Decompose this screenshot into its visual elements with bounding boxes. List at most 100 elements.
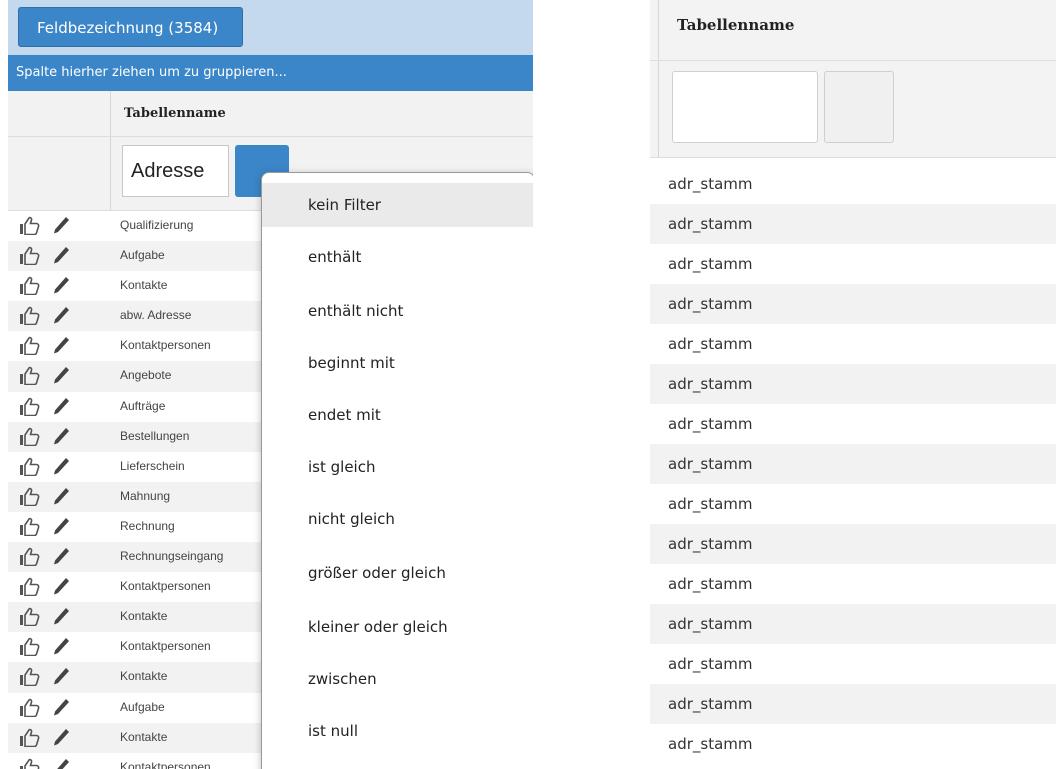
- pencil-icon[interactable]: [51, 457, 71, 480]
- table-row[interactable]: adr_stamm: [650, 684, 1056, 724]
- table-row[interactable]: adr_stamm: [650, 164, 1056, 204]
- column-separator: [658, 0, 659, 60]
- thumbs-up-icon[interactable]: [18, 487, 40, 510]
- filter-menu-item[interactable]: beginnt mit: [262, 341, 533, 385]
- pencil-icon[interactable]: [51, 667, 71, 690]
- thumbs-up-icon[interactable]: [18, 216, 40, 239]
- filter-input[interactable]: [672, 71, 818, 143]
- thumbs-up-icon[interactable]: [18, 637, 40, 660]
- column-header-row: Tabellenname: [8, 91, 533, 137]
- thumbs-up-icon[interactable]: [18, 577, 40, 600]
- column-header-row: Tabellenname: [650, 0, 1056, 61]
- pencil-icon[interactable]: [51, 607, 71, 630]
- filter-menu-item[interactable]: größer oder gleich: [262, 551, 533, 595]
- left-grid-panel: Feldbezeichnung (3584) Spalte hierher zi…: [8, 0, 533, 769]
- filter-operator-button[interactable]: [824, 71, 894, 143]
- filter-menu-item[interactable]: nicht gleich: [262, 497, 533, 541]
- filter-menu-item[interactable]: enthält: [262, 235, 533, 279]
- filter-menu-item[interactable]: kein Filter: [262, 183, 533, 227]
- pencil-icon[interactable]: [51, 397, 71, 420]
- thumbs-up-icon[interactable]: [18, 306, 40, 329]
- tab-feldbezeichnung[interactable]: Feldbezeichnung (3584): [18, 7, 243, 47]
- filter-menu-item[interactable]: ist gleich: [262, 445, 533, 489]
- pencil-icon[interactable]: [51, 216, 71, 239]
- thumbs-up-icon[interactable]: [18, 457, 40, 480]
- filter-menu-item[interactable]: zwischen: [262, 657, 533, 701]
- pencil-icon[interactable]: [51, 758, 71, 769]
- cell-tabellenname: Kontakte: [120, 729, 168, 744]
- cell-tabellenname: Mahnung: [120, 488, 171, 503]
- column-header-tabellenname[interactable]: Tabellenname: [677, 0, 794, 50]
- cell-tabellenname: Bestellungen: [120, 428, 190, 443]
- column-separator: [658, 61, 659, 157]
- table-row[interactable]: adr_stamm: [650, 284, 1056, 324]
- thumbs-up-icon[interactable]: [18, 698, 40, 721]
- thumbs-up-icon[interactable]: [18, 427, 40, 450]
- thumbs-up-icon[interactable]: [18, 607, 40, 630]
- tab-bar: Feldbezeichnung (3584): [8, 0, 533, 55]
- pencil-icon[interactable]: [51, 517, 71, 540]
- pencil-icon[interactable]: [51, 637, 71, 660]
- thumbs-up-icon[interactable]: [18, 728, 40, 751]
- filter-menu-item[interactable]: ist null: [262, 709, 533, 753]
- cell-tabellenname: Kontaktpersonen: [120, 579, 211, 594]
- filter-row: [650, 61, 1056, 158]
- filter-menu-item[interactable]: enthält nicht: [262, 289, 533, 333]
- table-row[interactable]: adr_stamm: [650, 524, 1056, 564]
- cell-tabellenname: abw. Adresse: [120, 308, 192, 323]
- table-row[interactable]: adr_stamm: [650, 404, 1056, 444]
- table-row[interactable]: adr_stamm: [650, 324, 1056, 364]
- pencil-icon[interactable]: [51, 366, 71, 389]
- pencil-icon[interactable]: [51, 336, 71, 359]
- table-row[interactable]: adr_stamm: [650, 644, 1056, 684]
- cell-tabellenname: Aufgabe: [120, 699, 165, 714]
- cell-tabellenname: Qualifizierung: [120, 218, 194, 232]
- cell-tabellenname: Kontaktpersonen: [120, 338, 211, 353]
- filter-input[interactable]: Adresse: [122, 145, 229, 197]
- pencil-icon[interactable]: [51, 487, 71, 510]
- column-header-tabellenname[interactable]: Tabellenname: [124, 91, 226, 136]
- thumbs-up-icon[interactable]: [18, 517, 40, 540]
- thumbs-up-icon[interactable]: [18, 276, 40, 299]
- table-row[interactable]: adr_stamm: [650, 444, 1056, 484]
- table-row[interactable]: adr_stamm: [650, 204, 1056, 244]
- cell-tabellenname: Aufgabe: [120, 248, 165, 263]
- pencil-icon[interactable]: [51, 276, 71, 299]
- group-drop-zone[interactable]: Spalte hierher ziehen um zu gruppieren..…: [8, 55, 533, 91]
- table-row[interactable]: adr_stamm: [650, 564, 1056, 604]
- table-row[interactable]: adr_stamm: [650, 244, 1056, 284]
- pencil-icon[interactable]: [51, 547, 71, 570]
- table-row[interactable]: adr_stamm: [650, 604, 1056, 644]
- cell-tabellenname: Lieferschein: [120, 458, 185, 473]
- cell-tabellenname: Kontaktpersonen: [120, 759, 211, 769]
- pencil-icon[interactable]: [51, 427, 71, 450]
- pencil-icon[interactable]: [51, 246, 71, 269]
- cell-tabellenname: Rechnung: [120, 518, 175, 533]
- thumbs-up-icon[interactable]: [18, 397, 40, 420]
- filter-menu-item[interactable]: kleiner oder gleich: [262, 605, 533, 649]
- thumbs-up-icon[interactable]: [18, 758, 40, 769]
- right-grid-panel: Tabellenname adr_stamm adr_stamm adr_stamm…: [650, 0, 1056, 769]
- pencil-icon[interactable]: [51, 698, 71, 721]
- pencil-icon[interactable]: [51, 577, 71, 600]
- filter-menu-item[interactable]: endet mit: [262, 393, 533, 437]
- column-separator: [110, 137, 111, 210]
- thumbs-up-icon[interactable]: [18, 366, 40, 389]
- cell-tabellenname: Kontakte: [120, 278, 168, 293]
- cell-tabellenname: Angebote: [120, 368, 172, 383]
- cell-tabellenname: Kontakte: [120, 609, 168, 624]
- thumbs-up-icon[interactable]: [18, 246, 40, 269]
- thumbs-up-icon[interactable]: [18, 667, 40, 690]
- table-row[interactable]: adr_stamm: [650, 724, 1056, 764]
- pencil-icon[interactable]: [51, 728, 71, 751]
- cell-tabellenname: Kontaktpersonen: [120, 639, 211, 654]
- table-row[interactable]: adr_stamm: [650, 364, 1056, 404]
- cell-tabellenname: Aufträge: [120, 398, 166, 413]
- thumbs-up-icon[interactable]: [18, 547, 40, 570]
- table-row[interactable]: adr_stamm: [650, 484, 1056, 524]
- cell-tabellenname: Rechnungseingang: [120, 549, 224, 564]
- thumbs-up-icon[interactable]: [18, 336, 40, 359]
- pencil-icon[interactable]: [51, 306, 71, 329]
- filter-operator-menu: kein Filter enthält enthält nicht beginnt m…: [261, 172, 533, 769]
- column-separator: [110, 91, 111, 136]
